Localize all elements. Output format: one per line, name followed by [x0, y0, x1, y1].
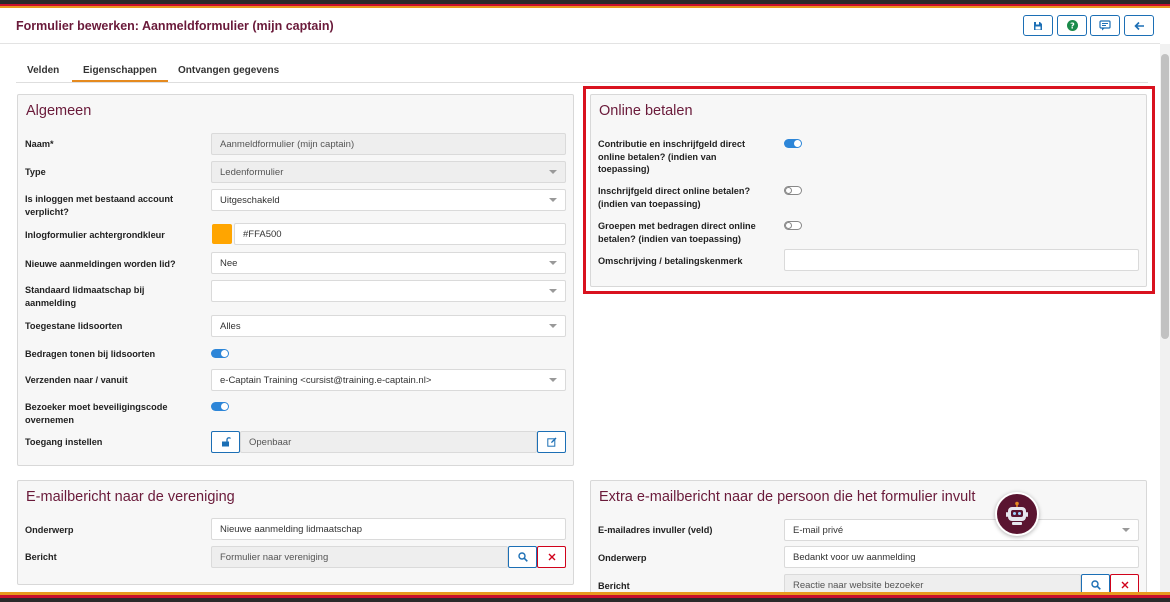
bericht-field[interactable]: Formulier naar vereniging: [211, 546, 508, 568]
verzenden-select[interactable]: e-Captain Training <cursist@training.e-c…: [211, 369, 566, 391]
search-bericht-button[interactable]: [508, 546, 537, 568]
algemeen-title: Algemeen: [26, 103, 92, 119]
comment-icon: [1099, 20, 1111, 31]
tab-velden[interactable]: Velden: [16, 58, 70, 82]
persoon-onderwerp-label: Onderwerp: [598, 553, 647, 563]
tab-divider: [16, 82, 1148, 83]
page-title: Formulier bewerken: Aanmeldformulier (mi…: [16, 19, 334, 33]
close-icon: [548, 553, 555, 561]
lock-button[interactable]: [211, 431, 240, 453]
chatbot-button[interactable]: [995, 492, 1039, 536]
lidsoorten-label: Toegestane lidsoorten: [25, 321, 123, 331]
inloggen-select[interactable]: Uitgeschakeld: [211, 189, 566, 211]
comment-button[interactable]: [1090, 15, 1120, 36]
algemeen-panel: Algemeen Naam* Aanmeldformulier (mijn ca…: [17, 94, 574, 466]
email-vereniging-panel: E-mailbericht naar de vereniging Onderwe…: [17, 480, 574, 585]
nieuwe-label: Nieuwe aanmeldingen worden lid?: [25, 259, 176, 269]
back-arrow-icon: [1133, 21, 1144, 30]
unlock-icon: [221, 437, 231, 447]
close-icon: [1121, 581, 1128, 589]
bezoeker-label: Bezoeker moet beveiligingscode overnemen: [25, 402, 168, 425]
chevron-down-icon: [1122, 528, 1130, 532]
email-persoon-title: Extra e-mailbericht naar de persoon die …: [599, 489, 976, 505]
type-value: Ledenformulier: [220, 167, 284, 178]
onderwerp-field[interactable]: Nieuwe aanmelding lidmaatschap: [211, 518, 566, 540]
verzenden-label: Verzenden naar / vanuit: [25, 375, 128, 385]
robot-icon: [1006, 501, 1028, 525]
chevron-down-icon: [549, 261, 557, 265]
highlight-box: [583, 86, 1155, 294]
chevron-down-icon: [549, 324, 557, 328]
clear-bericht-button[interactable]: [537, 546, 566, 568]
back-button[interactable]: [1124, 15, 1154, 36]
vertical-scrollbar[interactable]: [1160, 44, 1170, 602]
edit-toegang-button[interactable]: [537, 431, 566, 453]
persoon-onderwerp-field[interactable]: Bedankt voor uw aanmelding: [784, 546, 1139, 568]
lidsoorten-select[interactable]: Alles: [211, 315, 566, 337]
edit-icon: [546, 437, 556, 447]
tab-ontvangen-gegevens[interactable]: Ontvangen gegevens: [167, 58, 290, 82]
top-color-bar: [0, 0, 1170, 8]
chevron-down-icon: [549, 170, 557, 174]
svg-text:?: ?: [1070, 21, 1075, 30]
toggle-knob: [221, 403, 228, 410]
bedragen-label: Bedragen tonen bij lidsoorten: [25, 349, 156, 359]
nieuwe-value: Nee: [220, 258, 238, 269]
adres-select[interactable]: E-mail privé: [784, 519, 1139, 541]
verzenden-value: e-Captain Training <cursist@training.e-c…: [220, 375, 432, 386]
inloggen-label: Is inloggen met bestaand account verplic…: [25, 194, 174, 217]
inloggen-value: Uitgeschakeld: [220, 195, 280, 206]
naam-field[interactable]: Aanmeldformulier (mijn captain): [211, 133, 566, 155]
nieuwe-select[interactable]: Nee: [211, 252, 566, 274]
email-persoon-panel: Extra e-mailbericht naar de persoon die …: [590, 480, 1147, 596]
color-swatch[interactable]: [212, 224, 232, 244]
search-icon: [1090, 580, 1101, 590]
chevron-down-icon: [549, 289, 557, 293]
save-button[interactable]: [1023, 15, 1053, 36]
kleur-field[interactable]: #FFA500: [234, 223, 566, 245]
standaard-select[interactable]: [211, 280, 566, 302]
save-icon: [1034, 21, 1042, 30]
bezoeker-toggle[interactable]: [211, 402, 229, 411]
toegang-label: Toegang instellen: [25, 437, 103, 447]
toggle-knob: [221, 350, 228, 357]
chevron-down-icon: [549, 198, 557, 202]
scrollbar-thumb[interactable]: [1161, 54, 1169, 339]
help-icon: ?: [1066, 20, 1078, 31]
bericht-label: Bericht: [25, 552, 57, 562]
adres-value: E-mail privé: [793, 525, 844, 536]
adres-label: E-mailadres invuller (veld): [598, 525, 713, 535]
bottom-color-bar: [0, 592, 1170, 602]
email-vereniging-title: E-mailbericht naar de vereniging: [26, 489, 235, 505]
lidsoorten-value: Alles: [220, 321, 241, 332]
persoon-bericht-label: Bericht: [598, 581, 630, 591]
naam-label: Naam*: [25, 139, 54, 149]
help-button[interactable]: ?: [1057, 15, 1087, 36]
bedragen-toggle[interactable]: [211, 349, 229, 358]
type-select[interactable]: Ledenformulier: [211, 161, 566, 183]
page-header: Formulier bewerken: Aanmeldformulier (mi…: [0, 8, 1160, 44]
type-label: Type: [25, 167, 46, 177]
chevron-down-icon: [549, 378, 557, 382]
toegang-field[interactable]: Openbaar: [240, 431, 537, 453]
onderwerp-label: Onderwerp: [25, 525, 74, 535]
tab-eigenschappen[interactable]: Eigenschappen: [72, 58, 168, 82]
kleur-label: Inlogformulier achtergrondkleur: [25, 230, 165, 240]
search-icon: [517, 552, 528, 562]
standaard-label: Standaard lidmaatschap bij aanmelding: [25, 285, 145, 308]
